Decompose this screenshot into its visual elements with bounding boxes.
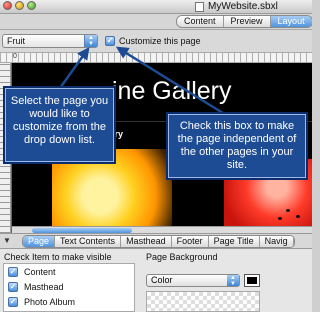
page-select-value: Fruit bbox=[7, 36, 25, 46]
color-swatch bbox=[247, 277, 257, 284]
toolbar: Content Preview Layout bbox=[0, 14, 312, 30]
customize-page-label: Customize this page bbox=[119, 36, 201, 46]
masthead-item-label: Masthead bbox=[24, 282, 64, 292]
tab-page[interactable]: Page bbox=[23, 236, 56, 247]
window-controls bbox=[3, 1, 36, 10]
customize-checkbox-callout: Check this box to make the page independ… bbox=[166, 112, 308, 180]
masthead-checkbox[interactable]: ✓ bbox=[8, 282, 18, 292]
ruler-origin-label: 0 bbox=[13, 53, 17, 60]
preview-segment[interactable]: Preview bbox=[223, 16, 271, 27]
ruler-ticks bbox=[0, 53, 312, 62]
photo-album-item-label: Photo Album bbox=[24, 297, 76, 307]
updown-arrows-icon: ▲ ▼ bbox=[227, 275, 239, 287]
select-page-callout: Select the page you would like to custom… bbox=[3, 86, 116, 164]
visible-items-heading: Check Item to make visible bbox=[4, 252, 112, 262]
inspector-panel: Check Item to make visible ✓ Content ✓ M… bbox=[0, 249, 312, 312]
horizontal-scrollbar[interactable] bbox=[12, 226, 312, 233]
tab-text-contents[interactable]: Text Contents bbox=[55, 236, 122, 247]
horizontal-ruler: 0 bbox=[0, 52, 312, 63]
document-icon bbox=[195, 2, 204, 12]
app-window: MyWebsite.sbxl Content Preview Layout Fr… bbox=[0, 0, 312, 312]
visible-items-list: ✓ Content ✓ Masthead ✓ Photo Album bbox=[3, 263, 135, 312]
title-bar: MyWebsite.sbxl bbox=[0, 0, 312, 14]
zoom-window-button[interactable] bbox=[27, 1, 36, 10]
page-options-row: Fruit ▲ ▼ ✓ Customize this page bbox=[0, 30, 312, 52]
content-segment[interactable]: Content bbox=[177, 16, 224, 27]
background-type-dropdown[interactable]: Color ▲ ▼ bbox=[146, 274, 240, 287]
layout-segment[interactable]: Layout bbox=[270, 16, 312, 27]
updown-arrows-icon: ▲ ▼ bbox=[84, 35, 97, 47]
content-checkbox[interactable]: ✓ bbox=[8, 267, 18, 277]
window-title: MyWebsite.sbxl bbox=[208, 1, 278, 12]
gallery-title-text: ine Gallery bbox=[112, 77, 232, 105]
inspector-tab-bar: ▼ Page Text Contents Masthead Footer Pag… bbox=[0, 233, 312, 249]
background-type-value: Color bbox=[151, 275, 173, 285]
seed bbox=[296, 215, 300, 218]
page-background-heading: Page Background bbox=[146, 252, 218, 262]
tab-navigation[interactable]: Navig bbox=[259, 236, 294, 247]
view-mode-segmented-control: Content Preview Layout bbox=[176, 15, 312, 28]
tab-footer[interactable]: Footer bbox=[171, 236, 209, 247]
close-window-button[interactable] bbox=[3, 1, 12, 10]
minimize-window-button[interactable] bbox=[15, 1, 24, 10]
tab-masthead[interactable]: Masthead bbox=[121, 236, 172, 247]
seed bbox=[278, 217, 282, 220]
inspector-tabs: Page Text Contents Masthead Footer Page … bbox=[22, 235, 295, 248]
collapse-triangle-icon[interactable]: ▼ bbox=[3, 236, 11, 245]
seed bbox=[286, 209, 290, 212]
photo-album-checkbox[interactable]: ✓ bbox=[8, 297, 18, 307]
background-preview bbox=[146, 291, 260, 312]
content-item-label: Content bbox=[24, 267, 56, 277]
tab-page-title[interactable]: Page Title bbox=[208, 236, 260, 247]
customize-page-checkbox[interactable]: ✓ bbox=[105, 36, 115, 46]
background-color-well[interactable] bbox=[244, 274, 260, 287]
page-select-dropdown[interactable]: Fruit ▲ ▼ bbox=[2, 34, 98, 48]
